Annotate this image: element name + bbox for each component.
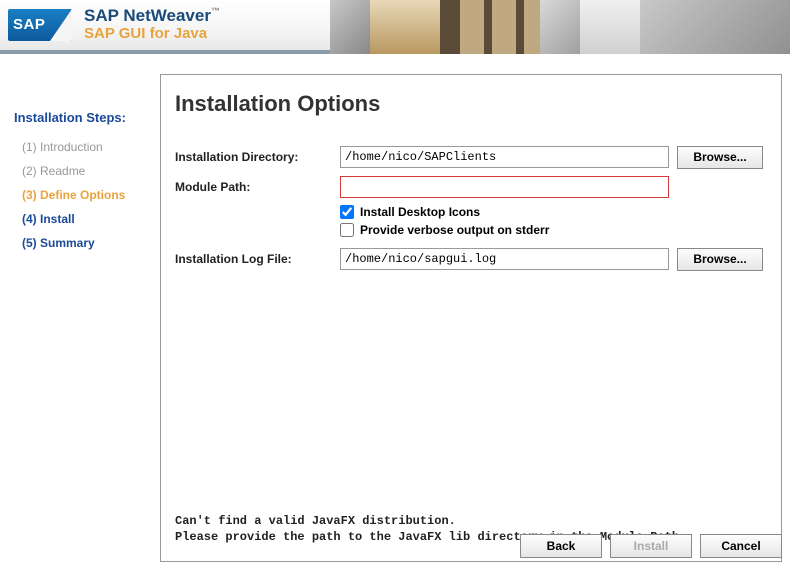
log-file-input[interactable] xyxy=(340,248,669,270)
verbose-checkbox[interactable] xyxy=(340,223,354,237)
step-readme[interactable]: (2) Readme xyxy=(14,159,152,183)
banner-titles: SAP NetWeaver™ SAP GUI for Java xyxy=(84,7,220,42)
desktop-icons-checkbox[interactable] xyxy=(340,205,354,219)
sap-logo-icon: SAP xyxy=(8,9,72,41)
product-title: SAP NetWeaver™ xyxy=(84,7,220,26)
log-file-label: Installation Log File: xyxy=(175,252,340,266)
browse-install-dir-button[interactable]: Browse... xyxy=(677,146,763,169)
module-path-input[interactable] xyxy=(340,176,669,198)
step-introduction[interactable]: (1) Introduction xyxy=(14,135,152,159)
step-summary[interactable]: (5) Summary xyxy=(14,231,152,255)
desktop-icons-label: Install Desktop Icons xyxy=(360,205,480,219)
install-dir-input[interactable] xyxy=(340,146,669,168)
verbose-label: Provide verbose output on stderr xyxy=(360,223,549,237)
step-define-options[interactable]: (3) Define Options xyxy=(14,183,152,207)
install-button[interactable]: Install xyxy=(610,534,692,558)
button-bar: Back Install Cancel xyxy=(0,528,790,564)
banner-artwork xyxy=(330,0,790,54)
module-path-label: Module Path: xyxy=(175,180,340,194)
sidebar-heading: Installation Steps: xyxy=(14,110,152,125)
page-title: Installation Options xyxy=(175,91,763,117)
back-button[interactable]: Back xyxy=(520,534,602,558)
install-dir-label: Installation Directory: xyxy=(175,150,340,164)
main-panel: Installation Options Installation Direct… xyxy=(160,74,782,562)
sap-logo-text: SAP xyxy=(13,16,45,33)
sidebar: Installation Steps: (1) Introduction (2)… xyxy=(0,54,160,570)
browse-log-file-button[interactable]: Browse... xyxy=(677,248,763,271)
header-banner: SAP SAP NetWeaver™ SAP GUI for Java xyxy=(0,0,790,54)
product-subtitle: SAP GUI for Java xyxy=(84,26,220,43)
cancel-button[interactable]: Cancel xyxy=(700,534,782,558)
step-install[interactable]: (4) Install xyxy=(14,207,152,231)
